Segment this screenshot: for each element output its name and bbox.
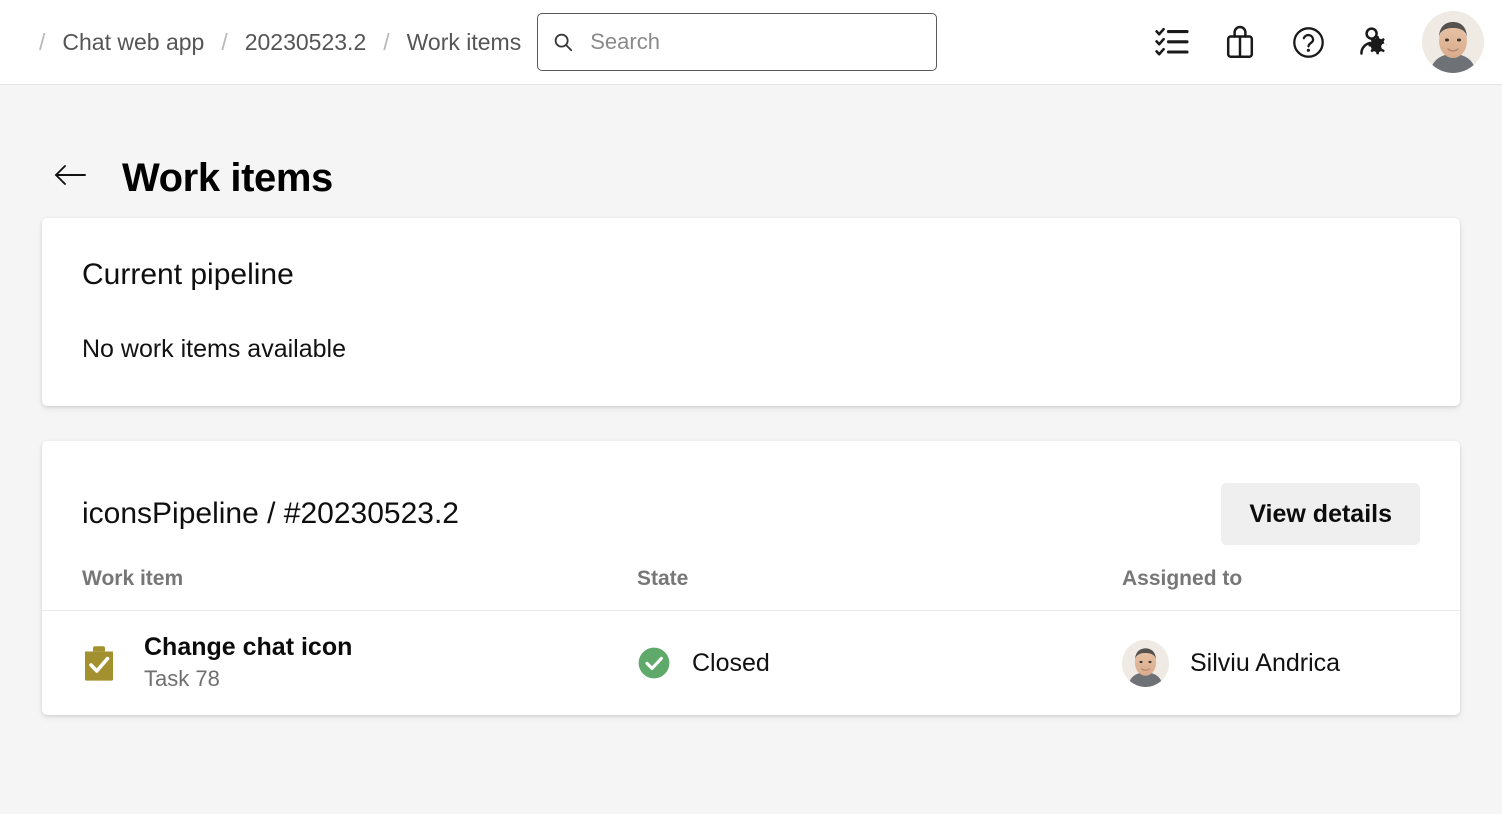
search-icon — [552, 31, 590, 53]
page-header: Work items — [0, 85, 1502, 218]
column-header-work-item: Work item — [82, 568, 183, 589]
top-bar: / Chat web app / 20230523.2 / Work items — [0, 0, 1502, 85]
search-box[interactable] — [537, 13, 937, 71]
no-work-items-message: No work items available — [82, 337, 1420, 362]
breadcrumb-item-chat-web-app[interactable]: Chat web app — [62, 31, 204, 54]
pipeline-run-title: iconsPipeline / #20230523.2 — [82, 499, 459, 529]
task-clipboard-check-icon — [82, 644, 116, 682]
column-header-assigned-to: Assigned to — [1122, 568, 1242, 589]
table-row[interactable]: Change chat icon Task 78 Closed — [42, 611, 1460, 715]
work-item-text: Change chat icon Task 78 — [144, 633, 352, 693]
marketplace-bag-icon[interactable] — [1206, 8, 1274, 76]
search-input[interactable] — [590, 14, 922, 70]
work-items-card: iconsPipeline / #20230523.2 View details… — [42, 441, 1460, 715]
column-header-state: State — [637, 568, 688, 589]
assignee-name: Silviu Andrica — [1190, 651, 1340, 676]
assignee-cell: Silviu Andrica — [1122, 640, 1420, 687]
breadcrumb-separator-1: / — [204, 31, 244, 54]
main-content: Current pipeline No work items available… — [0, 218, 1502, 715]
breadcrumb-separator-2: / — [366, 31, 406, 54]
back-button[interactable] — [48, 156, 92, 200]
check-circle-icon — [637, 646, 671, 680]
page-title: Work items — [122, 158, 333, 198]
work-item-cell[interactable]: Change chat icon Task 78 — [82, 633, 637, 693]
user-settings-icon[interactable] — [1342, 8, 1410, 76]
view-details-button[interactable]: View details — [1221, 483, 1420, 545]
work-items-table: Work item State Assigned to — [42, 547, 1460, 715]
table-header-row: Work item State Assigned to — [42, 547, 1460, 611]
breadcrumb-item-run-number[interactable]: 20230523.2 — [245, 31, 367, 54]
work-items-icon[interactable] — [1138, 8, 1206, 76]
current-pipeline-card: Current pipeline No work items available — [42, 218, 1460, 406]
user-avatar[interactable] — [1422, 11, 1484, 73]
state-label: Closed — [692, 651, 770, 676]
arrow-left-icon — [53, 163, 87, 192]
work-item-title[interactable]: Change chat icon — [144, 633, 352, 662]
assignee-avatar — [1122, 640, 1169, 687]
current-pipeline-title: Current pipeline — [82, 260, 1420, 290]
help-icon[interactable] — [1274, 8, 1342, 76]
work-items-card-header: iconsPipeline / #20230523.2 View details — [42, 441, 1460, 547]
state-cell: Closed — [637, 646, 1122, 680]
work-item-subtitle: Task 78 — [144, 665, 352, 694]
breadcrumb-item-work-items[interactable]: Work items — [407, 31, 522, 54]
topbar-actions — [1138, 8, 1484, 76]
breadcrumb-separator-0: / — [22, 31, 62, 54]
breadcrumb: / Chat web app / 20230523.2 / Work items — [22, 0, 521, 84]
